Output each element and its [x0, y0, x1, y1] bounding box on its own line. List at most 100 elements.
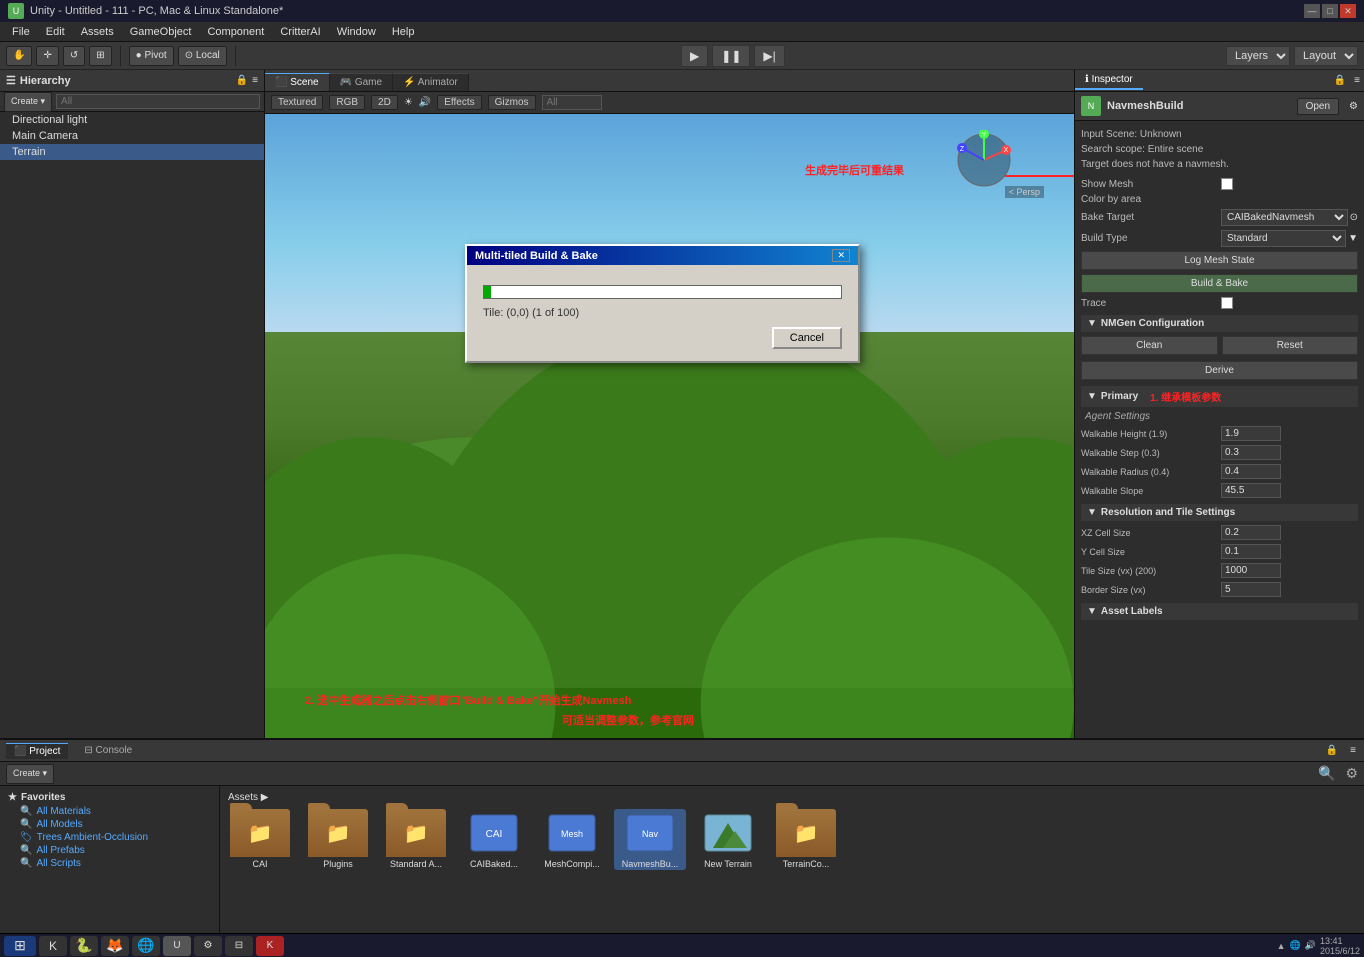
walkable-height-input[interactable] — [1221, 426, 1281, 441]
walkable-slope-input[interactable] — [1221, 483, 1281, 498]
play-button[interactable]: ▶ — [681, 45, 708, 67]
reset-button[interactable]: Reset — [1222, 336, 1359, 355]
layout-dropdown[interactable]: Layout — [1294, 46, 1358, 66]
hierarchy-item-terrain[interactable]: Terrain — [0, 144, 264, 160]
hierarchy-create[interactable]: Create ▾ — [4, 92, 52, 112]
vt-effects[interactable]: Effects — [437, 95, 481, 110]
asset-navmeshbu[interactable]: Nav NavmeshBu... — [614, 809, 686, 870]
y-cell-input[interactable] — [1221, 544, 1281, 559]
project-settings-icon[interactable]: ⚙ — [1345, 765, 1358, 782]
inspector-menu-icon[interactable]: ≡ — [1350, 73, 1364, 88]
border-size-input[interactable] — [1221, 582, 1281, 597]
taskbar-app2[interactable]: ⚙ — [194, 936, 222, 956]
taskbar-app4[interactable]: K — [256, 936, 284, 956]
tab-game[interactable]: 🎮 Game — [330, 73, 393, 91]
start-button[interactable]: ⊞ — [4, 936, 36, 956]
step-button[interactable]: ▶| — [754, 45, 784, 67]
scale-tool[interactable]: ⊞ — [89, 46, 111, 66]
menu-window[interactable]: Window — [329, 24, 384, 40]
project-search-icon[interactable]: 🔍 — [1318, 765, 1335, 782]
trace-checkbox[interactable] — [1221, 297, 1233, 309]
bake-target-select[interactable]: CAIBakedNavmesh — [1221, 209, 1348, 226]
tab-console[interactable]: ⊟ Console — [76, 743, 140, 758]
viewport-search[interactable] — [542, 95, 602, 110]
fav-trees[interactable]: 🏷 Trees Ambient-Occlusion — [4, 831, 215, 844]
pivot-toggle[interactable]: ● Pivot — [129, 46, 174, 66]
maximize-button[interactable]: □ — [1322, 4, 1338, 18]
tile-size-input[interactable] — [1221, 563, 1281, 578]
menu-help[interactable]: Help — [384, 24, 423, 40]
nmgen-section-header[interactable]: ▼ NMGen Configuration — [1081, 315, 1358, 332]
menu-assets[interactable]: Assets — [73, 24, 122, 40]
log-mesh-state-button[interactable]: Log Mesh State — [1081, 251, 1358, 270]
menu-edit[interactable]: Edit — [38, 24, 73, 40]
menu-critterai[interactable]: CritterAI — [272, 24, 328, 40]
project-panel: ⬛ Project ⊟ Console 🔒 ≡ Create ▾ 🔍 ⚙ ★ F… — [0, 740, 1364, 933]
project-menu-icon[interactable]: ≡ — [1348, 743, 1358, 758]
menu-file[interactable]: File — [4, 24, 38, 40]
asset-terrainco[interactable]: 📁 TerrainCo... — [770, 809, 842, 870]
fav-all-scripts[interactable]: 🔍 All Scripts — [4, 857, 215, 870]
hierarchy-item-directional-light[interactable]: Directional light — [0, 112, 264, 128]
asset-new-terrain[interactable]: New Terrain — [692, 809, 764, 870]
fav-all-models[interactable]: 🔍 All Models — [4, 818, 215, 831]
tab-inspector[interactable]: ℹ Inspector — [1075, 71, 1143, 90]
menu-component[interactable]: Component — [199, 24, 272, 40]
resolution-section-header[interactable]: ▼ Resolution and Tile Settings — [1081, 504, 1358, 521]
hierarchy-lock[interactable]: 🔒 — [236, 75, 248, 86]
open-button[interactable]: Open — [1297, 98, 1339, 115]
asset-plugins[interactable]: 📁 Plugins — [302, 809, 374, 870]
hierarchy-search[interactable] — [56, 94, 260, 109]
walkable-radius-input[interactable] — [1221, 464, 1281, 479]
taskbar-unity-tray[interactable]: U — [163, 936, 191, 956]
asset-caibaked[interactable]: CAI CAIBaked... — [458, 809, 530, 870]
bake-target-pick-icon[interactable]: ⊙ — [1350, 212, 1358, 223]
primary-section-header[interactable]: ▼ Primary 1. 继承模板参数 — [1081, 386, 1358, 407]
inspector-settings-icon[interactable]: ⚙ — [1349, 101, 1358, 112]
rotate-tool[interactable]: ↺ — [63, 46, 85, 66]
fav-all-materials[interactable]: 🔍 All Materials — [4, 805, 215, 818]
vt-gizmos[interactable]: Gizmos — [488, 95, 536, 110]
build-type-select[interactable]: Standard — [1221, 230, 1346, 247]
close-button[interactable]: ✕ — [1340, 4, 1356, 18]
minimize-button[interactable]: — — [1304, 4, 1320, 18]
hierarchy-menu[interactable]: ≡ — [252, 75, 258, 86]
project-lock-icon[interactable]: 🔒 — [1324, 743, 1340, 758]
asset-meshcompi[interactable]: Mesh MeshCompi... — [536, 809, 608, 870]
taskbar-python[interactable]: 🐍 — [70, 936, 98, 956]
taskbar-kaspersky[interactable]: K — [39, 936, 67, 956]
walkable-step-input[interactable] — [1221, 445, 1281, 460]
asset-labels-header[interactable]: ▼ Asset Labels — [1081, 603, 1358, 620]
taskbar-chrome[interactable]: 🌐 — [132, 936, 160, 956]
build-type-arrow[interactable]: ▼ — [1348, 233, 1358, 244]
tab-project[interactable]: ⬛ Project — [6, 743, 68, 759]
pause-button[interactable]: ❚❚ — [712, 45, 750, 67]
xz-cell-input[interactable] — [1221, 525, 1281, 540]
tab-animator[interactable]: ⚡ Animator — [393, 73, 469, 91]
asset-cai[interactable]: 📁 CAI — [224, 809, 296, 870]
tray-show-hidden[interactable]: ▲ — [1277, 941, 1286, 951]
inspector-panel: ℹ Inspector 🔒 ≡ N NavmeshBuild Open ⚙ In… — [1074, 70, 1364, 738]
asset-standard[interactable]: 📁 Standard A... — [380, 809, 452, 870]
derive-button[interactable]: Derive — [1081, 361, 1358, 380]
show-mesh-checkbox[interactable] — [1221, 178, 1233, 190]
inspector-lock-icon[interactable]: 🔒 — [1330, 73, 1350, 88]
taskbar-firefox[interactable]: 🦊 — [101, 936, 129, 956]
vt-rgb[interactable]: RGB — [329, 95, 365, 110]
menu-gameobject[interactable]: GameObject — [122, 24, 200, 40]
build-bake-button[interactable]: Build & Bake — [1081, 274, 1358, 293]
taskbar-app3[interactable]: ⊟ — [225, 936, 253, 956]
local-toggle[interactable]: ⊙ Local — [178, 46, 227, 66]
fav-all-prefabs[interactable]: 🔍 All Prefabs — [4, 844, 215, 857]
vt-2d[interactable]: 2D — [371, 95, 398, 110]
project-create[interactable]: Create ▾ — [6, 764, 54, 784]
vt-textured[interactable]: Textured — [271, 95, 323, 110]
move-tool[interactable]: ✛ — [36, 46, 58, 66]
tab-scene[interactable]: ⬛ Scene — [265, 73, 330, 91]
cancel-button[interactable]: Cancel — [772, 327, 842, 349]
hierarchy-item-main-camera[interactable]: Main Camera — [0, 128, 264, 144]
layers-dropdown[interactable]: Layers — [1226, 46, 1290, 66]
hand-tool[interactable]: ✋ — [6, 46, 32, 66]
clean-button[interactable]: Clean — [1081, 336, 1218, 355]
dialog-close-button[interactable]: ✕ — [832, 249, 850, 262]
